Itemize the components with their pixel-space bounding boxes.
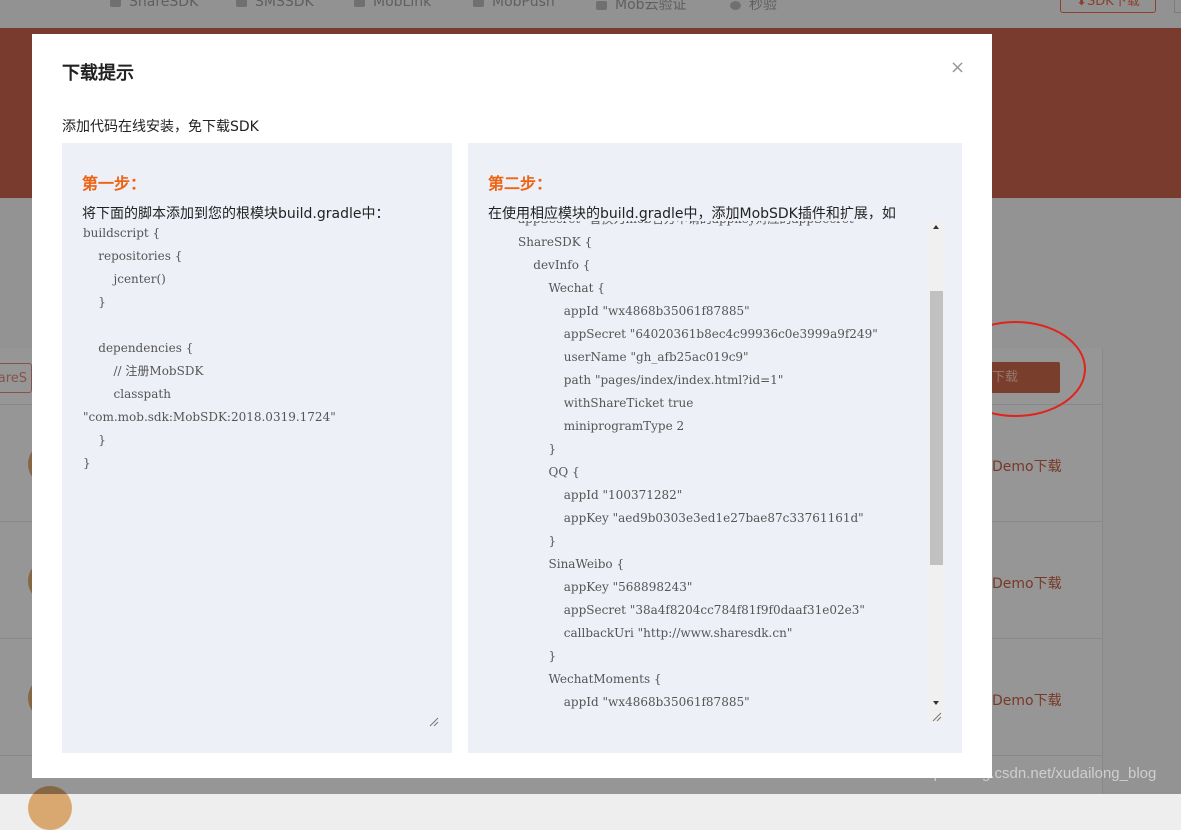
step2-title: 第二步：	[488, 174, 553, 193]
step2-code-area[interactable]: appSecret "替换为mob官方申请的appkey对应的appSecret…	[488, 221, 944, 724]
step1-panel: 第一步： 将下面的脚本添加到您的根模块build.gradle中： builds…	[62, 143, 452, 753]
step2-panel: 第二步： 在使用相应模块的build.gradle中，添加MobSDK插件和扩展…	[468, 143, 962, 753]
close-button[interactable]: ×	[950, 59, 965, 77]
step1-title: 第一步：	[82, 174, 147, 193]
scroll-down-icon[interactable]	[933, 701, 939, 705]
resize-handle-icon[interactable]	[428, 712, 439, 727]
step2-code[interactable]: appSecret "替换为mob官方申请的appkey对应的appSecret…	[518, 221, 878, 709]
download-dialog: 下载提示 × 添加代码在线安装，免下载SDK 第一步： 将下面的脚本添加到您的根…	[32, 34, 992, 778]
close-icon[interactable]: ×	[950, 57, 965, 78]
dialog-subtitle: 添加代码在线安装，免下载SDK	[62, 119, 259, 135]
scroll-up-icon[interactable]	[933, 225, 939, 229]
resize-handle-icon[interactable]	[929, 709, 944, 724]
step1-code[interactable]: buildscript { repositories { jcenter() }…	[83, 222, 336, 475]
step2-description: 在使用相应模块的build.gradle中，添加MobSDK插件和扩展，如	[488, 206, 896, 222]
scrollbar-thumb[interactable]	[930, 291, 943, 565]
step1-description: 将下面的脚本添加到您的根模块build.gradle中：	[82, 206, 390, 222]
vertical-scrollbar[interactable]	[929, 221, 944, 709]
dialog-title: 下载提示	[62, 63, 134, 84]
